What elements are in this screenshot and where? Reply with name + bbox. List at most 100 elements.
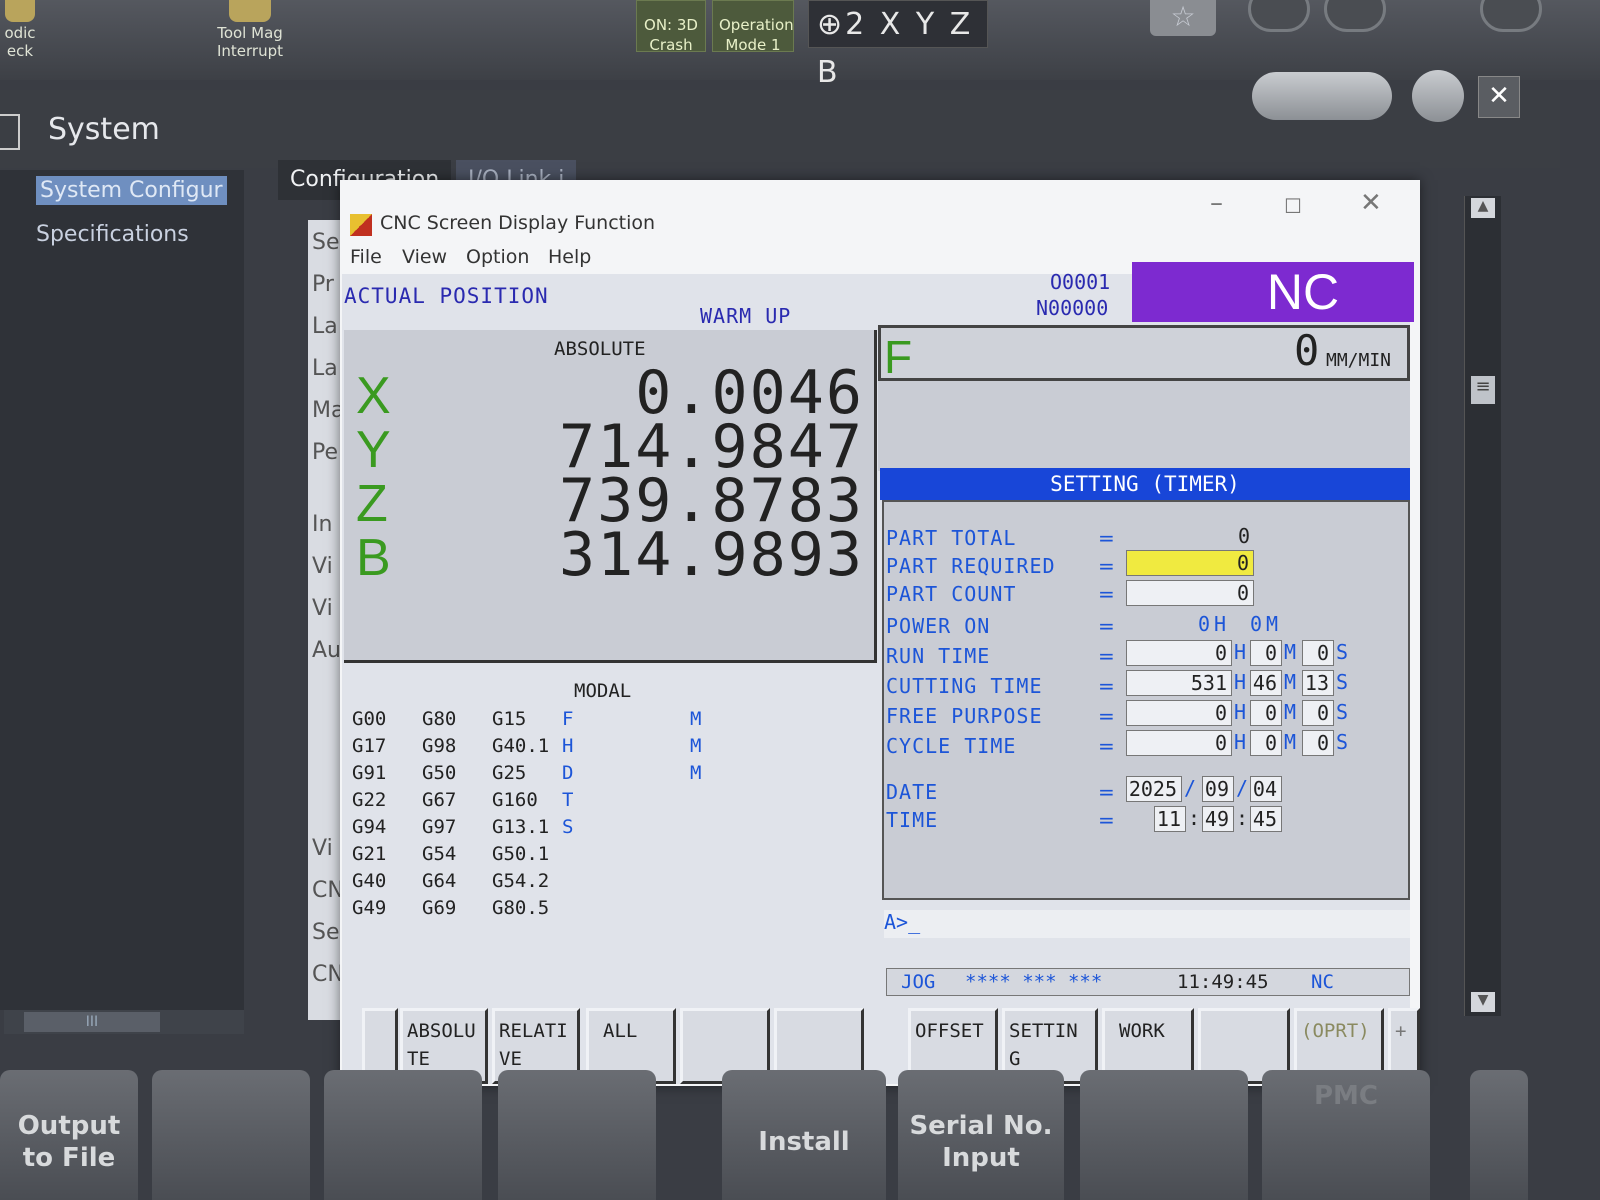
cutting-time-hours[interactable]: 531 — [1126, 670, 1232, 696]
pmc-button[interactable]: PMC — [1262, 1070, 1430, 1200]
sequence-number: N00000 — [1036, 296, 1109, 320]
window-close-icon[interactable]: ✕ — [1360, 188, 1382, 218]
power-on-minutes: 0 — [1249, 612, 1262, 636]
modal-code: G00 — [352, 708, 387, 730]
unit-seconds: S — [1336, 640, 1349, 664]
cycle-time-seconds[interactable]: 0 — [1302, 730, 1334, 756]
equals-sign: = — [1098, 674, 1115, 698]
window-title: CNC Screen Display Function — [380, 212, 656, 234]
modal-code: G54.2 — [492, 870, 550, 892]
list-item[interactable]: Au — [312, 638, 341, 663]
scroll-up-icon[interactable]: ▲ — [1471, 198, 1495, 218]
scroll-down-icon[interactable]: ▼ — [1471, 992, 1495, 1012]
system-icon — [0, 114, 20, 150]
bottom-blank-button-1[interactable] — [152, 1070, 310, 1200]
on-3d-crash-button[interactable]: ON: 3D Crash — [636, 0, 706, 54]
command-input[interactable]: A>_ — [884, 910, 1410, 938]
free-purpose-hours[interactable]: 0 — [1126, 700, 1232, 726]
minimize-icon[interactable]: – — [1210, 188, 1223, 218]
list-item[interactable]: La — [312, 314, 338, 339]
nc-badge: NC — [1132, 262, 1414, 322]
mode-text: WARM UP — [700, 304, 792, 328]
status-mode: JOG — [901, 971, 936, 993]
maximize-icon[interactable]: ☐ — [1284, 194, 1302, 218]
date-label: DATE — [886, 780, 939, 804]
close-icon[interactable]: ✕ — [1478, 76, 1520, 118]
free-purpose-seconds[interactable]: 0 — [1302, 700, 1334, 726]
modal-code: G21 — [352, 843, 387, 865]
modal-code: G50.1 — [492, 843, 550, 865]
modal-code: G94 — [352, 816, 387, 838]
modal-code: G67 — [422, 789, 457, 811]
list-item[interactable]: Vi — [312, 596, 333, 621]
modal-code: G80.5 — [492, 897, 550, 919]
scroll-grip-icon[interactable]: ≡ — [1471, 376, 1495, 404]
run-time-minutes[interactable]: 0 — [1250, 640, 1282, 666]
cycle-time-hours[interactable]: 0 — [1126, 730, 1232, 756]
part-required-label: PART REQUIRED — [886, 554, 1056, 578]
install-button[interactable]: Install — [722, 1070, 886, 1200]
unit-hours: H — [1234, 730, 1247, 754]
list-item[interactable]: Pe — [312, 440, 338, 465]
cutting-time-seconds[interactable]: 13 — [1302, 670, 1334, 696]
tree-horizontal-scrollbar[interactable]: III — [4, 1010, 244, 1034]
list-item[interactable]: Vi — [312, 836, 333, 861]
equals-sign: = — [1098, 644, 1115, 668]
modal-code: G98 — [422, 735, 457, 757]
menu-view[interactable]: View — [402, 246, 447, 268]
round-toolbar-button-1[interactable] — [1248, 0, 1310, 32]
vertical-scrollbar[interactable]: ▲ ≡ ▼ — [1464, 196, 1501, 1016]
modal-code: G17 — [352, 735, 387, 757]
feed-unit: MM/MIN — [1326, 350, 1392, 371]
scrollbar-thumb[interactable]: III — [24, 1012, 160, 1032]
date-year-input[interactable]: 2025 — [1126, 776, 1182, 802]
date-day-input[interactable]: 04 — [1250, 776, 1282, 802]
run-time-hours[interactable]: 0 — [1126, 640, 1232, 666]
free-purpose-minutes[interactable]: 0 — [1250, 700, 1282, 726]
cycle-time-minutes[interactable]: 0 — [1250, 730, 1282, 756]
modal-code: G49 — [352, 897, 387, 919]
part-count-input[interactable]: 0 — [1126, 580, 1254, 606]
bottom-edge-button[interactable] — [1470, 1070, 1528, 1200]
favorite-star-icon[interactable]: ☆ — [1150, 0, 1216, 36]
list-item[interactable]: Se — [312, 230, 340, 255]
tool-mag-interrupt-button[interactable]: Tool Mag Interrupt — [205, 0, 295, 60]
date-month-input[interactable]: 09 — [1202, 776, 1234, 802]
time-minute-input[interactable]: 49 — [1202, 806, 1234, 832]
time-second-input[interactable]: 45 — [1250, 806, 1282, 832]
list-item[interactable]: In — [312, 512, 332, 537]
cutting-time-minutes[interactable]: 46 — [1250, 670, 1282, 696]
unit-minutes: M — [1284, 670, 1297, 694]
list-item[interactable]: Vi — [312, 554, 333, 579]
list-item[interactable]: Pr — [312, 272, 334, 297]
list-item[interactable]: Se — [312, 920, 340, 945]
periodic-check-button[interactable]: odic eck — [0, 0, 40, 60]
tree-item-specifications[interactable]: Specifications — [36, 222, 189, 247]
system-tree — [0, 170, 244, 1010]
bottom-blank-button-3[interactable] — [498, 1070, 656, 1200]
menu-file[interactable]: File — [350, 246, 382, 268]
time-hour-input[interactable]: 11 — [1154, 806, 1186, 832]
menu-help[interactable]: Help — [548, 246, 591, 268]
refresh-button[interactable] — [1412, 70, 1464, 122]
modal-code: S — [562, 816, 574, 838]
operation-mode-button[interactable]: Operation Mode 1 — [712, 0, 794, 54]
list-item[interactable]: La — [312, 356, 338, 381]
run-time-seconds[interactable]: 0 — [1302, 640, 1334, 666]
part-total-value: 0 — [1237, 524, 1250, 548]
back-button[interactable] — [1252, 72, 1392, 120]
round-toolbar-button-3[interactable] — [1480, 0, 1542, 32]
program-number: O0001 — [1050, 270, 1111, 294]
hand-icon — [229, 0, 271, 22]
tree-item-system-configuration[interactable]: System Configur — [36, 176, 227, 205]
round-toolbar-button-2[interactable] — [1324, 0, 1386, 32]
bottom-blank-button-4[interactable] — [1080, 1070, 1248, 1200]
modal-code: D — [562, 762, 574, 784]
bottom-blank-button-2[interactable] — [324, 1070, 482, 1200]
output-to-file-button[interactable]: Output to File — [0, 1070, 138, 1200]
unit-hours: H — [1234, 640, 1247, 664]
status-nc: NC — [1311, 971, 1334, 993]
part-required-input[interactable]: 0 — [1126, 550, 1254, 576]
menu-option[interactable]: Option — [466, 246, 529, 268]
serial-no-input-button[interactable]: Serial No. Input — [898, 1070, 1064, 1200]
